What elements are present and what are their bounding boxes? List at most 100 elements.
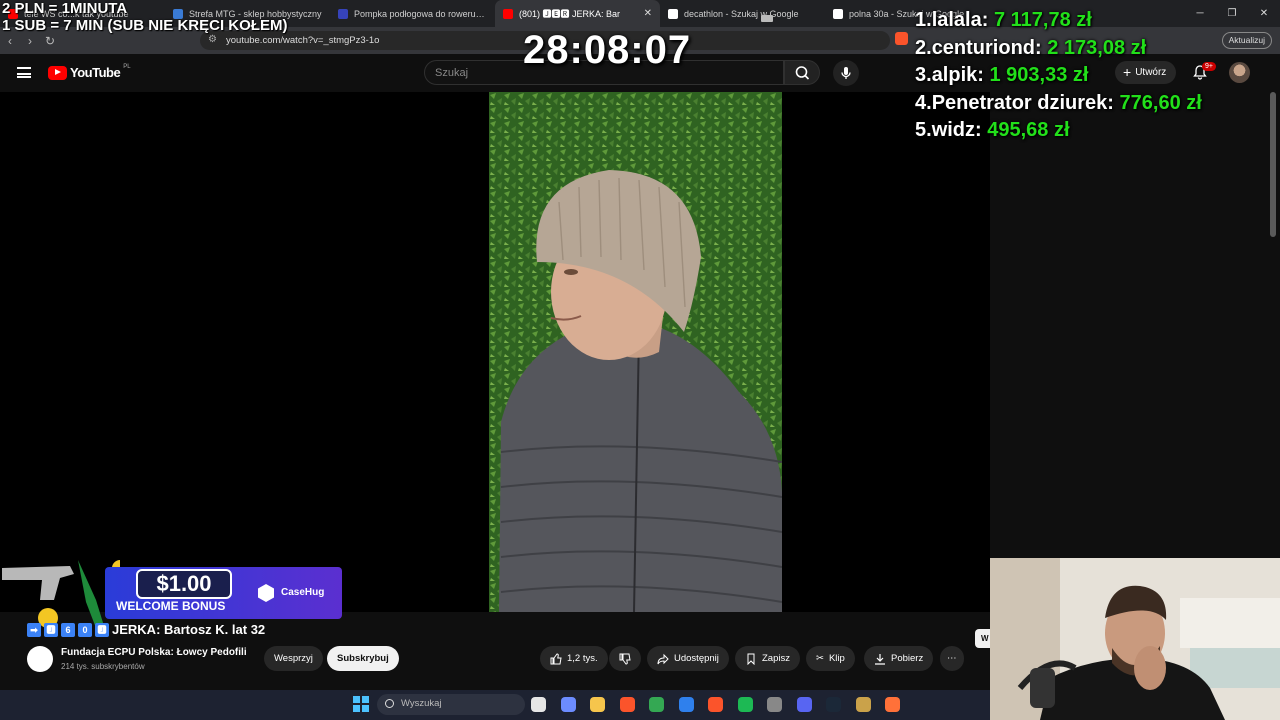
close-tab-icon[interactable]: ✕	[644, 8, 652, 19]
back-icon[interactable]: ‹	[0, 34, 20, 48]
app-icon[interactable]	[767, 697, 782, 712]
app2-icon[interactable]	[855, 697, 871, 712]
leaderboard-rank: 5.	[915, 119, 932, 141]
browser-tab[interactable]: decathlon - Szukaj w Google	[660, 0, 825, 27]
dislike-button[interactable]	[609, 646, 641, 671]
keyboard-icon[interactable]	[761, 15, 773, 22]
video-title-text: JERKA: Bartosz K. lat 32	[112, 622, 266, 637]
bonus-amount: $1.00	[136, 569, 232, 599]
title-emoji: 🅹	[44, 622, 58, 637]
forward-icon[interactable]: ›	[20, 34, 40, 48]
video-title: ➡ 🅹 6 0 🅹 JERKA: Bartosz K. lat 32	[27, 622, 265, 637]
microphone-icon	[841, 67, 851, 79]
title-emoji: 0	[78, 622, 92, 637]
site-info-icon[interactable]: ⚙	[208, 34, 220, 46]
stream-pricing-overlay: 2 PLN = 1MINUTA 1 SUB = 7 MIN (SUB NIE K…	[2, 0, 287, 34]
leaderboard-rank: 3.	[915, 64, 932, 86]
channel-name[interactable]: Fundacja ECPU Polska: Łowcy Pedofili	[61, 647, 247, 658]
brave-icon[interactable]	[619, 697, 635, 712]
search-icon	[385, 699, 394, 708]
store-icon[interactable]	[678, 697, 694, 712]
pricing-line-1: 2 PLN = 1MINUTA	[2, 0, 128, 17]
casehug-text: CaseHug	[281, 587, 325, 598]
update-button[interactable]: Aktualizuj	[1221, 32, 1272, 49]
chrome-icon[interactable]	[649, 697, 664, 712]
youtube-play-icon	[48, 65, 67, 80]
task-view-icon[interactable]	[531, 697, 546, 712]
video-frame[interactable]	[489, 92, 782, 612]
leaderboard-rank: 4.	[915, 91, 932, 114]
tab-favicon-icon	[833, 8, 843, 19]
tab-label: (801) 🅹🅴🆁 JERKA: Bar	[519, 9, 621, 19]
steam-icon[interactable]	[826, 697, 841, 712]
like-count: 1,2 tys.	[567, 653, 598, 664]
leaderboard-amount: 7 117,78 zł	[993, 9, 1092, 31]
spotify-icon[interactable]	[737, 697, 753, 712]
leaderboard-name: alpik:	[931, 64, 984, 86]
browser-tab[interactable]: Pompka podłogowa do roweru Btwin	[330, 0, 495, 27]
notifications-badge: 9+	[1202, 62, 1216, 71]
webcam-image	[990, 558, 1280, 720]
support-button[interactable]: Wesprzyj	[264, 646, 323, 671]
share-label: Udostępnij	[674, 653, 719, 664]
menu-icon[interactable]	[17, 67, 31, 78]
copilot-icon[interactable]	[560, 697, 576, 712]
brave-shield-icon[interactable]	[895, 32, 908, 45]
download-icon	[875, 653, 885, 665]
maximize-icon[interactable]: ❐	[1216, 0, 1248, 27]
brave-active-icon[interactable]	[708, 697, 723, 712]
title-emoji: 🅹	[95, 622, 109, 637]
side-button[interactable]: W	[975, 629, 991, 648]
share-button[interactable]: Udostępnij	[647, 646, 729, 671]
save-label: Zapisz	[762, 653, 790, 664]
clip-button[interactable]: ✂ Klip	[806, 646, 855, 671]
stream-timer: 28:08:07	[523, 28, 692, 72]
windows-start-icon[interactable]	[353, 696, 369, 712]
reload-icon[interactable]: ↻	[40, 34, 60, 48]
leaderboard-amount: 495,68 zł	[987, 119, 1070, 141]
taskbar-search-placeholder: Wyszukaj	[401, 698, 442, 709]
leaderboard-name: centuriond:	[931, 36, 1042, 59]
share-icon	[657, 653, 669, 664]
subscribe-button[interactable]: Subskrybuj	[327, 646, 399, 671]
avatar[interactable]	[1229, 62, 1250, 83]
youtube-wordmark: YouTube	[70, 65, 121, 80]
leaderboard-row: 1.lalala: 7 117,78 zł	[915, 7, 1202, 35]
leaderboard-amount: 2 173,08 zł	[1047, 36, 1147, 59]
page-scrollbar[interactable]	[1270, 92, 1276, 237]
like-button[interactable]: 1,2 tys.	[540, 646, 608, 671]
thumbs-down-icon	[619, 653, 631, 665]
firefox-icon[interactable]	[885, 697, 900, 712]
taskbar-search-input[interactable]: Wyszukaj	[377, 694, 525, 715]
search-icon	[795, 66, 810, 80]
region-code: PL	[123, 63, 131, 70]
url-text: youtube.com/watch?v=_stmgPz3-1o	[226, 35, 380, 46]
donation-leaderboard: 1.lalala: 7 117,78 zł 2.centuriond: 2 17…	[915, 7, 1202, 145]
browser-tab-active[interactable]: (801) 🅹🅴🆁 JERKA: Bar ✕	[495, 0, 660, 27]
more-actions-button[interactable]: ⋯	[940, 646, 964, 671]
channel-avatar[interactable]	[27, 646, 53, 672]
leaderboard-name: Penetrator dziurek:	[931, 91, 1114, 114]
download-button[interactable]: Pobierz	[864, 646, 934, 671]
title-emoji: 6	[61, 622, 75, 637]
bookmark-save-icon	[747, 653, 755, 665]
leaderboard-row: 3.alpik: 1 903,33 zł	[915, 62, 1202, 90]
scissors-icon: ✂	[816, 653, 824, 664]
leaderboard-name: widz:	[931, 119, 982, 141]
save-button[interactable]: Zapisz	[735, 646, 800, 671]
discord-icon[interactable]	[796, 697, 812, 712]
leaderboard-name: lalala:	[931, 9, 989, 31]
youtube-logo[interactable]: YouTube PL	[48, 63, 131, 80]
tab-label: Pompka podłogowa do roweru Btwin	[354, 8, 487, 19]
channel-subscribers: 214 tys. subskrybentów	[61, 662, 145, 671]
file-explorer-icon[interactable]	[590, 697, 605, 712]
leaderboard-row: 4.Penetrator dziurek: 776,60 zł	[915, 90, 1202, 118]
title-emoji: ➡	[27, 622, 41, 637]
close-window-icon[interactable]: ✕	[1248, 0, 1280, 27]
gun-knife-graphic	[2, 560, 120, 628]
extensions-bar	[895, 32, 908, 45]
voice-search-button[interactable]	[833, 60, 859, 86]
download-label: Pobierz	[891, 653, 924, 664]
search-button[interactable]	[784, 60, 820, 85]
leaderboard-amount: 1 903,33 zł	[989, 64, 1089, 86]
